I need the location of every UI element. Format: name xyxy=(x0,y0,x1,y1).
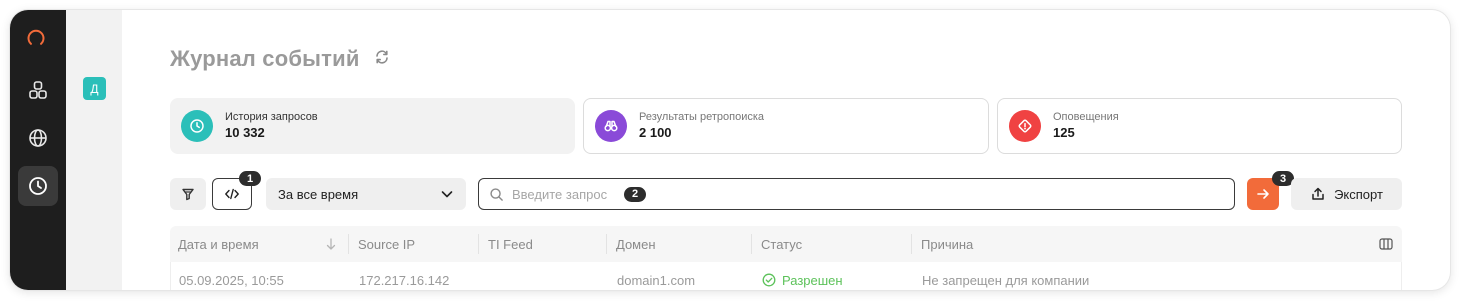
refresh-icon xyxy=(375,49,388,64)
clock-icon xyxy=(29,177,47,195)
column-divider xyxy=(478,234,479,254)
nav-globe[interactable] xyxy=(18,118,58,158)
column-header-ti-feed[interactable]: TI Feed xyxy=(488,226,533,262)
cell-reason: Не запрещен для компании xyxy=(922,272,1090,288)
column-header-source-ip[interactable]: Source IP xyxy=(358,226,415,262)
org-avatar[interactable]: Д xyxy=(83,77,106,100)
app-window: Д Журнал событий История запросов 10 332 xyxy=(10,10,1450,290)
binoculars-icon xyxy=(604,120,618,132)
code-icon xyxy=(225,188,239,200)
time-range-value: За все время xyxy=(278,186,359,202)
export-button[interactable]: Экспорт xyxy=(1291,178,1402,210)
clock-icon xyxy=(190,119,204,133)
search-input[interactable] xyxy=(512,186,624,202)
cell-datetime: 05.09.2025, 10:55 xyxy=(179,272,284,288)
column-divider xyxy=(606,234,607,254)
filter-button[interactable] xyxy=(170,178,206,210)
chevron-down-icon xyxy=(441,191,453,198)
time-range-select[interactable]: За все время xyxy=(266,178,466,210)
events-table: Дата и время Source IP TI Feed Домен Ста… xyxy=(170,226,1402,290)
column-divider xyxy=(348,234,349,254)
page-title: Журнал событий xyxy=(170,46,360,71)
stat-value: 2 100 xyxy=(639,125,672,140)
table-header: Дата и время Source IP TI Feed Домен Ста… xyxy=(170,226,1402,262)
nav-dashboard[interactable] xyxy=(18,70,58,110)
alert-diamond-icon xyxy=(1018,119,1032,133)
stat-value: 10 332 xyxy=(225,125,265,140)
cell-source-ip: 172.217.16.142 xyxy=(359,272,450,288)
stat-icon-circle xyxy=(181,110,213,142)
stat-card-alerts[interactable]: Оповещения 125 xyxy=(997,98,1402,154)
stat-card-retro[interactable]: Результаты ретропоиска 2 100 xyxy=(583,98,989,154)
nav-rail xyxy=(10,10,66,290)
stat-label: История запросов xyxy=(225,111,318,123)
org-panel: Д xyxy=(66,10,122,290)
globe-icon xyxy=(29,129,47,147)
stat-card-history[interactable]: История запросов 10 332 xyxy=(170,98,575,154)
main-content: Журнал событий История запросов 10 332 Р… xyxy=(122,10,1450,290)
search-bar[interactable]: 2 xyxy=(478,178,1235,210)
hint-badge-2: 2 xyxy=(624,186,646,202)
search-icon xyxy=(490,187,503,201)
column-header-reason[interactable]: Причина xyxy=(921,226,973,262)
logo-icon[interactable] xyxy=(26,28,50,52)
stat-label: Результаты ретропоиска xyxy=(639,111,765,123)
column-divider xyxy=(911,234,912,254)
cell-domain: domain1.com xyxy=(617,272,696,288)
column-divider xyxy=(751,234,752,254)
header: Журнал событий xyxy=(170,46,390,72)
columns-settings-icon[interactable] xyxy=(1379,237,1393,251)
arrow-right-icon xyxy=(1257,189,1269,199)
refresh-button[interactable] xyxy=(374,49,390,70)
cell-status: Разрешен xyxy=(762,262,843,290)
filter-icon xyxy=(182,188,194,201)
check-circle-icon xyxy=(762,273,776,287)
column-header-status[interactable]: Статус xyxy=(761,226,802,262)
table-row[interactable]: 05.09.2025, 10:55 172.217.16.142 domain1… xyxy=(170,262,1402,290)
export-label: Экспорт xyxy=(1334,186,1383,202)
nav-event-log[interactable] xyxy=(18,166,58,206)
hint-badge-1: 1 xyxy=(239,171,261,186)
status-text: Разрешен xyxy=(782,272,843,288)
sort-arrow-icon[interactable] xyxy=(326,238,336,250)
column-header-domain[interactable]: Домен xyxy=(616,226,656,262)
stat-label: Оповещения xyxy=(1053,111,1119,123)
stat-value: 125 xyxy=(1053,125,1075,140)
dashboard-icon xyxy=(29,81,47,99)
stat-icon-circle xyxy=(1009,110,1041,142)
export-icon xyxy=(1312,187,1324,200)
column-header-datetime[interactable]: Дата и время xyxy=(178,226,259,262)
stat-icon-circle xyxy=(595,110,627,142)
